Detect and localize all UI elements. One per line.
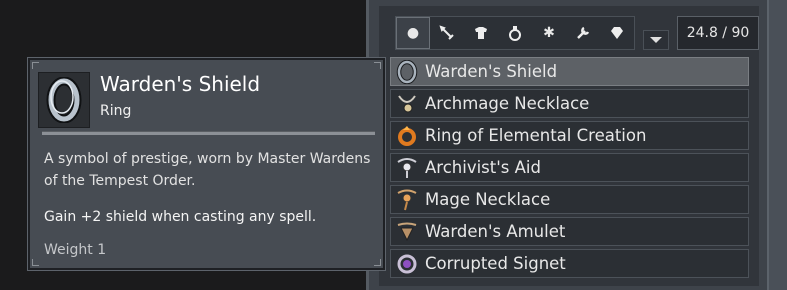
item-name: Mage Necklace	[425, 190, 551, 209]
item-row-archmage-necklace[interactable]: Archmage Necklace	[390, 89, 749, 118]
signet-icon	[395, 252, 419, 276]
filter-armor-button[interactable]	[464, 17, 498, 49]
filter-weapons-button[interactable]	[430, 17, 464, 49]
corner-ornament	[374, 259, 381, 266]
corner-ornament	[32, 62, 39, 69]
tooltip-weight: Weight 1	[44, 242, 107, 258]
item-name: Warden's Amulet	[425, 222, 566, 241]
amulet-icon	[395, 220, 419, 244]
gem-icon	[611, 27, 623, 39]
sword-icon	[439, 25, 454, 40]
corner-ornament	[374, 62, 381, 69]
item-name: Ring of Elemental Creation	[425, 126, 647, 145]
dot-icon: ●	[406, 25, 420, 41]
necklace-icon	[395, 188, 419, 212]
item-row-ring-of-elemental-creation[interactable]: Ring of Elemental Creation	[390, 121, 749, 150]
filter-all-button[interactable]: ●	[396, 17, 430, 49]
item-row-mage-necklace[interactable]: Mage Necklace	[390, 185, 749, 214]
carry-weight-display: 24.8 / 90	[677, 16, 759, 50]
filter-tools-button[interactable]	[566, 17, 600, 49]
panel-edge	[767, 0, 787, 290]
gear-icon: ✱	[543, 25, 555, 41]
necklace-icon	[395, 92, 419, 116]
filter-potions-button[interactable]	[498, 17, 532, 49]
category-filter-bar: ● ✱	[395, 16, 635, 50]
chevron-down-icon	[650, 37, 662, 43]
carry-weight-value: 24.8 / 90	[686, 25, 750, 41]
corner-ornament	[32, 259, 39, 266]
item-tooltip: Warden's Shield Ring A symbol of prestig…	[27, 57, 386, 271]
item-name: Corrupted Signet	[425, 254, 566, 273]
ring-icon	[46, 77, 82, 123]
sort-dropdown-button[interactable]	[643, 30, 669, 50]
item-row-wardens-shield[interactable]: Warden's Shield	[390, 57, 749, 86]
tooltip-effect: Gain +2 shield when casting any spell.	[44, 209, 317, 225]
tooltip-description: A symbol of prestige, worn by Master War…	[44, 151, 371, 189]
item-row-corrupted-signet[interactable]: Corrupted Signet	[390, 249, 749, 278]
pendant-icon	[395, 156, 419, 180]
tooltip-title: Warden's Shield	[100, 72, 261, 96]
ring-icon	[395, 59, 419, 84]
armor-icon	[475, 27, 487, 39]
potion-icon	[509, 26, 521, 41]
tooltip-item-image	[38, 72, 90, 128]
item-row-wardens-amulet[interactable]: Warden's Amulet	[390, 217, 749, 246]
item-name: Warden's Shield	[425, 62, 558, 81]
item-list: Warden's Shield Archmage Necklace Ring o…	[390, 57, 749, 281]
wrench-icon	[577, 26, 590, 39]
filter-gems-button[interactable]	[600, 17, 634, 49]
item-row-archivists-aid[interactable]: Archivist's Aid	[390, 153, 749, 182]
tooltip-divider	[42, 131, 375, 135]
tooltip-item-type: Ring	[100, 103, 132, 119]
item-name: Archmage Necklace	[425, 94, 590, 113]
filter-materials-button[interactable]: ✱	[532, 17, 566, 49]
item-name: Archivist's Aid	[425, 158, 541, 177]
fire-ring-icon	[395, 124, 419, 148]
